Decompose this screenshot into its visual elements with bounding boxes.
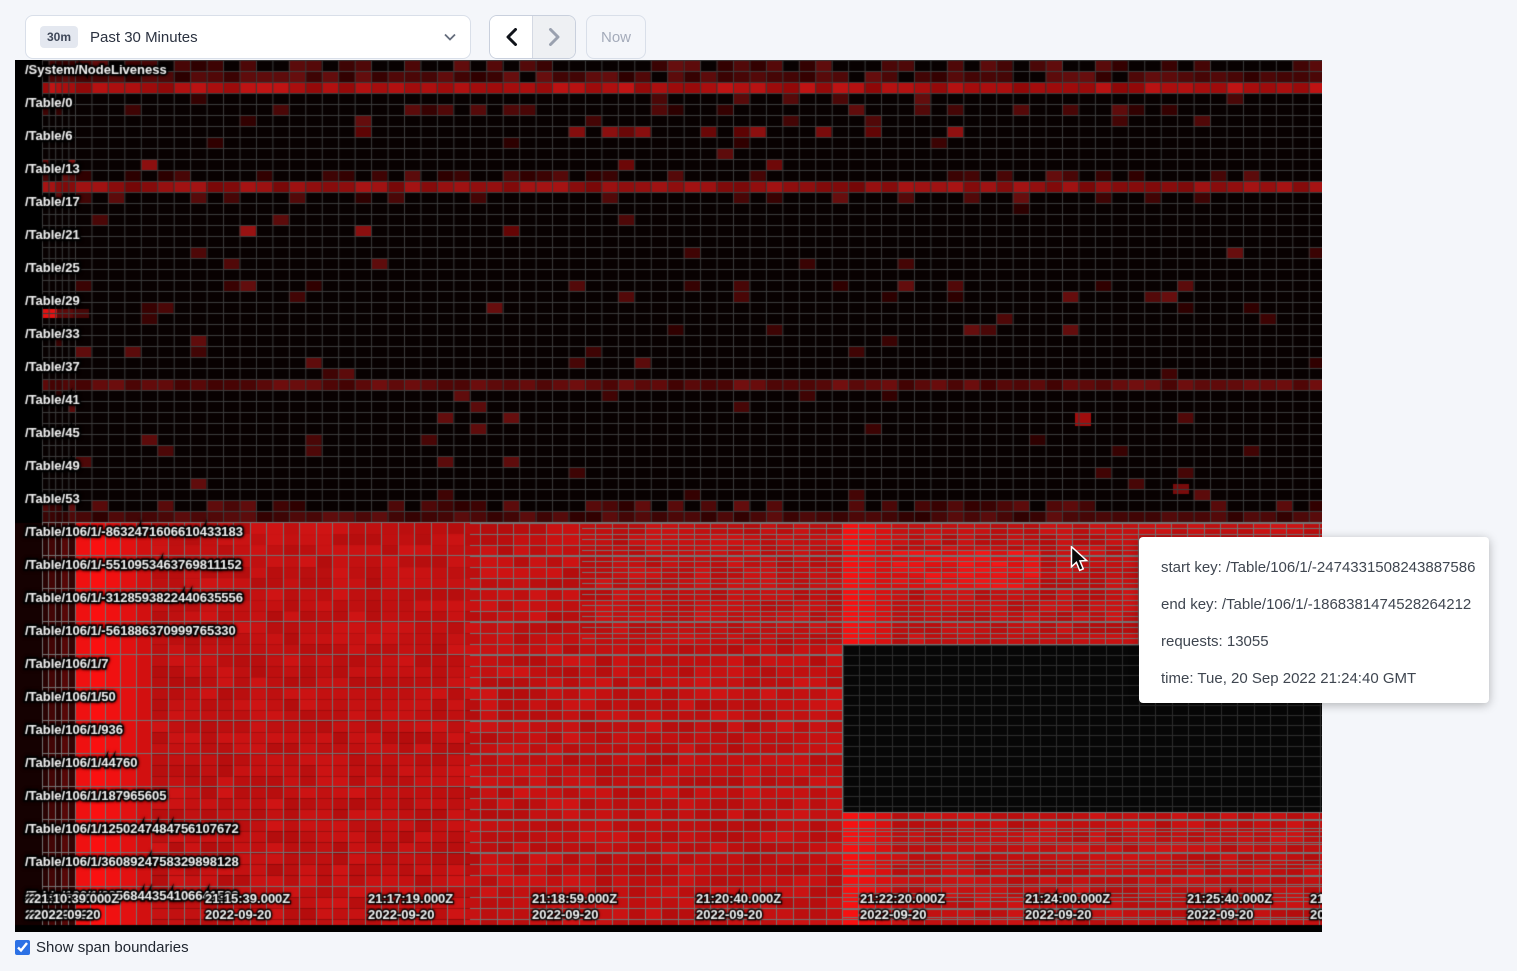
show-span-boundaries-label: Show span boundaries xyxy=(36,939,189,956)
show-span-boundaries-checkbox[interactable] xyxy=(15,940,30,955)
heatmap-canvas[interactable] xyxy=(15,60,1322,932)
tooltip-time: time: Tue, 20 Sep 2022 21:24:40 GMT xyxy=(1161,660,1489,697)
key-visualizer-chart xyxy=(15,60,1322,932)
next-range-button[interactable] xyxy=(532,16,575,58)
time-range-label: Past 30 Minutes xyxy=(90,29,444,46)
time-range-badge: 30m xyxy=(40,26,78,48)
time-nav-group xyxy=(489,15,576,59)
tooltip-end-key: end key: /Table/106/1/-18683814745282642… xyxy=(1161,586,1489,623)
prev-range-button[interactable] xyxy=(490,16,532,58)
tooltip-start-key: start key: /Table/106/1/-247433150824388… xyxy=(1161,549,1489,586)
chevron-right-icon xyxy=(548,28,561,46)
now-button[interactable]: Now xyxy=(586,15,646,59)
key-visualizer-page: 30m Past 30 Minutes Now start key: /Tabl… xyxy=(0,0,1517,971)
mouse-cursor-icon xyxy=(1068,546,1090,572)
show-span-boundaries-row: Show span boundaries xyxy=(15,939,189,956)
chevron-left-icon xyxy=(505,28,518,46)
tooltip-requests: requests: 13055 xyxy=(1161,623,1489,660)
hover-tooltip: start key: /Table/106/1/-247433150824388… xyxy=(1139,537,1489,703)
time-range-select[interactable]: 30m Past 30 Minutes xyxy=(25,15,471,59)
chevron-down-icon xyxy=(444,33,456,41)
